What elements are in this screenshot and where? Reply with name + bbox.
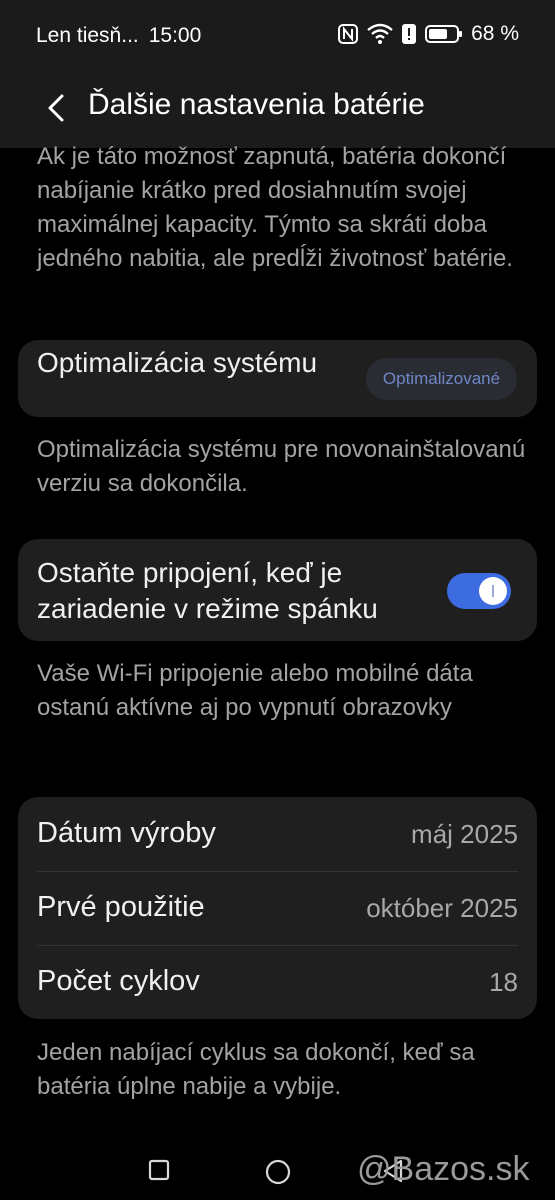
manufacture-date-row: Dátum výroby máj 2025	[37, 797, 518, 871]
cycle-count-value: 18	[489, 967, 518, 997]
stay-connected-description: Vaše Wi-Fi pripojenie alebo mobilné dáta…	[37, 660, 473, 721]
status-bar: Len tiesň... 15:00 68 %	[0, 0, 555, 70]
watermark: @Bazos.sk	[357, 1150, 530, 1188]
battery-info-card: Dátum výroby máj 2025 Prvé použitie októ…	[18, 797, 537, 1019]
carrier-label: Len tiesň...	[36, 24, 139, 47]
page-title: Ďalšie nastavenia batérie	[88, 88, 425, 121]
cycle-count-label: Počet cyklov	[37, 965, 200, 997]
status-left: Len tiesň... 15:00	[36, 24, 201, 48]
clock: 15:00	[148, 24, 202, 47]
home-button[interactable]	[265, 1159, 291, 1190]
header: Ďalšie nastavenia batérie	[0, 70, 555, 148]
recents-square-icon	[148, 1159, 170, 1181]
wifi-icon	[367, 23, 393, 45]
stay-connected-row[interactable]: Ostaňte pripojení, keď je zariadenie v r…	[18, 539, 537, 641]
system-optimization-description: Optimalizácia systému pre novonainštalov…	[37, 436, 526, 497]
charging-description: Ak je táto možnosť zapnutá, batéria doko…	[37, 143, 513, 272]
status-right: 68 %	[337, 22, 519, 46]
toggle-knob	[479, 577, 507, 605]
back-button[interactable]	[36, 88, 76, 128]
system-optimization-row[interactable]: Optimalizácia systému Optimalizované	[18, 340, 537, 417]
chevron-left-icon	[48, 94, 64, 122]
manufacture-date-value: máj 2025	[411, 819, 518, 849]
first-use-label: Prvé použitie	[37, 891, 205, 923]
manufacture-date-label: Dátum výroby	[37, 817, 216, 849]
home-circle-icon	[265, 1159, 291, 1185]
optimized-status-button[interactable]: Optimalizované	[366, 358, 517, 400]
nfc-icon	[337, 23, 359, 45]
first-use-row: Prvé použitie október 2025	[37, 871, 518, 945]
first-use-value: október 2025	[366, 893, 518, 923]
alert-icon	[401, 23, 417, 45]
stay-connected-toggle[interactable]	[447, 573, 511, 609]
stay-connected-label: Ostaňte pripojení, keď je zariadenie v r…	[37, 557, 378, 624]
cycle-count-row: Počet cyklov 18	[37, 945, 518, 1019]
cycle-description: Jeden nabíjací cyklus sa dokončí, keď sa…	[37, 1039, 475, 1100]
system-optimization-label: Optimalizácia systému	[37, 347, 318, 378]
recents-button[interactable]	[148, 1159, 170, 1186]
battery-percent: 68 %	[471, 22, 519, 45]
battery-icon	[425, 24, 463, 44]
